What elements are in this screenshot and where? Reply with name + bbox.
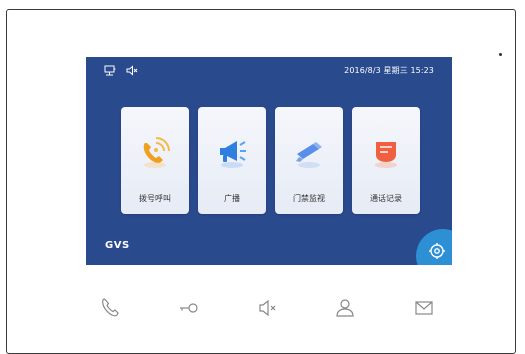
settings-button[interactable] bbox=[416, 229, 452, 265]
user-icon bbox=[333, 299, 357, 324]
tile-broadcast[interactable]: 广播 bbox=[198, 107, 266, 214]
datetime-display: 2016/8/3 星期三 15:23 bbox=[344, 66, 434, 75]
tile-access-monitor[interactable]: 门禁监视 bbox=[275, 107, 343, 214]
hardware-button-bar bbox=[95, 296, 435, 320]
tile-label: 广播 bbox=[224, 194, 240, 203]
tile-dial-call[interactable]: 拨号呼叫 bbox=[121, 107, 189, 214]
mail-icon bbox=[412, 301, 436, 324]
status-icons bbox=[104, 65, 139, 76]
speaker-mute-icon bbox=[256, 299, 280, 324]
camera-icon bbox=[291, 135, 327, 171]
tile-label: 通话记录 bbox=[370, 194, 402, 203]
network-icon bbox=[104, 65, 116, 76]
touch-screen: 2016/8/3 星期三 15:23 拨号呼叫 广播 门禁监视 通话记录 GVS bbox=[86, 57, 452, 265]
call-log-icon bbox=[368, 135, 404, 171]
megaphone-icon bbox=[214, 135, 250, 171]
phone-call-icon bbox=[137, 135, 173, 171]
tile-label: 门禁监视 bbox=[293, 194, 325, 203]
message-button[interactable] bbox=[412, 296, 436, 320]
camera-lens bbox=[499, 53, 502, 56]
mute-button[interactable] bbox=[256, 296, 280, 320]
brand-logo: GVS bbox=[105, 240, 130, 251]
phone-icon bbox=[98, 298, 122, 324]
tile-label: 拨号呼叫 bbox=[139, 194, 171, 203]
phone-button[interactable] bbox=[98, 296, 122, 320]
tile-call-log[interactable]: 通话记录 bbox=[352, 107, 420, 214]
app-tiles: 拨号呼叫 广播 门禁监视 通话记录 bbox=[121, 107, 420, 214]
user-button[interactable] bbox=[333, 296, 357, 320]
unlock-button[interactable] bbox=[177, 296, 201, 320]
key-icon bbox=[177, 303, 201, 324]
mute-icon bbox=[126, 65, 139, 76]
